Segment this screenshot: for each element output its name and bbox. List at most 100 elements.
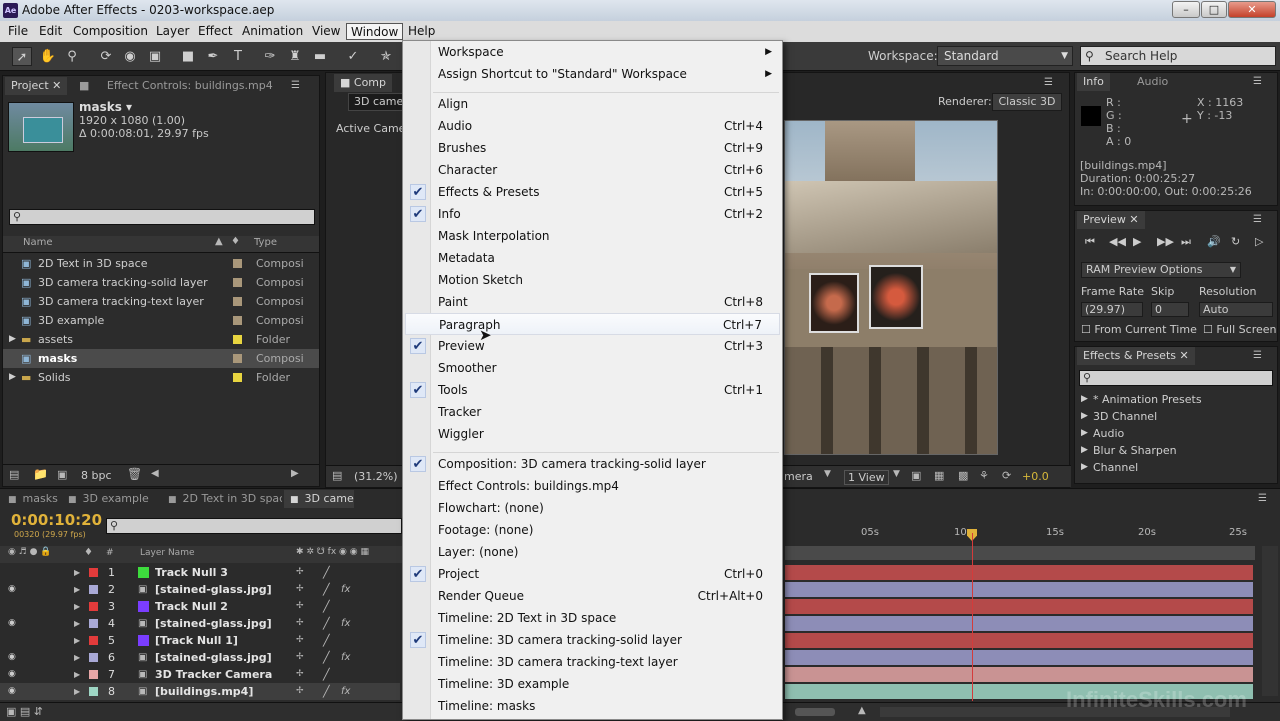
project-list-item[interactable]: ▶ ▬ assets Folder [3,330,319,349]
window-menu-item[interactable]: Flowchart: (none) [405,497,780,519]
window-menu-item[interactable]: Effect Controls: buildings.mp4 [405,475,780,497]
window-menu-item[interactable]: ✔ Effects & Presets Ctrl+5 [405,181,780,203]
effects-search-input[interactable]: ⚲ [1079,370,1273,386]
menu-composition[interactable]: Composition [69,23,152,40]
menu-layer[interactable]: Layer [152,23,193,40]
mute-audio-icon[interactable]: 🔊 [1207,235,1221,248]
effects-category[interactable]: ▶ Blur & Sharpen [1079,442,1265,459]
panel-menu-icon[interactable]: ☰ [291,80,300,91]
window-menu-item[interactable]: ✔ Preview Ctrl+3 [405,335,780,357]
maximize-button[interactable]: □ [1201,1,1227,18]
close-icon[interactable]: ✕ [1129,213,1138,226]
scroll-right-icon[interactable]: ▶ [291,468,299,479]
window-menu-item[interactable]: Render Queue Ctrl+Alt+0 [405,585,780,607]
selection-tool-icon[interactable]: ➚ [12,47,32,66]
zoom-slider[interactable] [795,708,835,716]
window-menu-item[interactable]: Smoother [405,357,780,379]
window-menu-item[interactable]: Character Ctrl+6 [405,159,780,181]
close-icon[interactable]: ✕ [52,79,61,92]
layer-duration-bar[interactable] [785,565,1253,580]
reset-exposure-icon[interactable]: ⟳ [1002,469,1011,482]
panel-menu-icon[interactable]: ☰ [1253,76,1262,87]
renderer-button[interactable]: Classic 3D [992,93,1062,111]
window-menu-item[interactable]: Timeline: masks [405,695,780,717]
window-menu-item[interactable]: Metadata [405,247,780,269]
view-layout-select[interactable]: 1 View [844,470,889,485]
panel-menu-icon[interactable]: ☰ [1253,350,1262,361]
menu-file[interactable]: File [4,23,32,40]
last-frame-icon[interactable]: ⏭ [1181,235,1191,249]
tab-preview[interactable]: Preview ✕ [1077,211,1145,229]
effects-category[interactable]: ▶ Channel [1079,459,1265,476]
pan-behind-tool-icon[interactable]: ▣ [145,47,165,66]
first-frame-icon[interactable]: ⏮ [1085,235,1095,249]
trash-icon[interactable]: 🗑 [127,467,142,481]
effects-category[interactable]: ▶ Audio [1079,425,1265,442]
window-menu-item[interactable]: ✔ Project Ctrl+0 [405,563,780,585]
camera-tool-icon[interactable]: ◉ [120,47,140,66]
window-menu-item[interactable]: ✔ Timeline: 3D camera tracking-solid laye… [405,629,780,651]
tab-audio[interactable]: Audio [1131,73,1174,91]
window-menu-item[interactable]: Timeline: 3D example [405,673,780,695]
roto-brush-tool-icon[interactable]: ✓ [343,47,363,66]
vertical-scrollbar[interactable] [1262,546,1278,696]
window-menu-item[interactable]: Tracker [405,401,780,423]
flowchart-icon[interactable]: ⚘ [979,469,989,482]
window-menu-item[interactable]: Brushes Ctrl+9 [405,137,780,159]
menu-edit[interactable]: Edit [35,23,66,40]
workspace-dropdown[interactable]: Standard ▼ [937,46,1073,66]
layer-duration-bar[interactable] [785,616,1253,631]
ram-preview-options-select[interactable]: RAM Preview Options ▼ [1081,262,1241,278]
window-menu-item[interactable]: Footage: (none) [405,519,780,541]
layer-duration-bar[interactable] [785,650,1253,665]
tab-effect-controls[interactable]: ■ Effect Controls: buildings.mp4 [73,77,279,95]
project-list-item[interactable]: ▣ 2D Text in 3D space Composi [3,254,319,273]
panel-menu-icon[interactable]: ☰ [1253,214,1262,225]
rectangle-tool-icon[interactable]: ■ [178,47,198,66]
rotate-tool-icon[interactable]: ⟳ [96,47,116,66]
expand-arrow-icon[interactable]: ▶ [9,330,16,349]
from-current-time-checkbox[interactable]: ☐ From Current Time [1081,323,1197,336]
layer-duration-bar[interactable] [785,633,1253,648]
window-menu-item[interactable]: Layer: (none) [405,541,780,563]
window-menu-item[interactable]: Align [405,93,780,115]
zoom-tool-icon[interactable]: ⚲ [62,47,82,66]
panel-menu-icon[interactable]: ☰ [1044,77,1053,88]
pen-tool-icon[interactable]: ✒ [203,47,223,66]
effects-category[interactable]: ▶ * Animation Presets [1079,391,1265,408]
interpret-footage-icon[interactable]: ▤ [9,468,19,481]
tab-project[interactable]: Project ✕ [5,77,68,95]
search-help-field[interactable]: ⚲ Search Help [1080,46,1276,66]
toggle-pixel-aspect-icon[interactable]: ▣ [911,469,921,482]
project-list-item[interactable]: ▣ 3D example Composi [3,311,319,330]
resolution-select[interactable]: Auto [1199,302,1273,317]
menu-view[interactable]: View [308,23,344,40]
window-menu-item[interactable]: Mask Interpolation [405,225,780,247]
fast-previews-icon[interactable]: ▦ [934,469,944,482]
window-menu-item[interactable]: Wiggler [405,423,780,445]
new-folder-icon[interactable]: 📁 [33,467,48,481]
menu-effect[interactable]: Effect [194,23,237,40]
previous-frame-icon[interactable]: ◀◀ [1109,235,1126,248]
minimize-button[interactable]: – [1172,1,1200,18]
layer-duration-bar[interactable] [785,599,1253,614]
snapshot-icon[interactable]: ▤ [332,469,342,482]
exposure-value[interactable]: +0.0 [1022,470,1049,483]
puppet-tool-icon[interactable]: ✯ [376,47,396,66]
window-menu-item[interactable]: Paragraph Ctrl+7 [405,313,780,335]
menu-animation[interactable]: Animation [238,23,307,40]
column-type[interactable]: Type [254,237,277,248]
effects-category[interactable]: ▶ 3D Channel [1079,408,1265,425]
new-composition-icon[interactable]: ▣ [57,468,67,481]
timeline-icon[interactable]: ▩ [958,469,968,482]
layer-duration-bar[interactable] [785,582,1253,597]
menu-help[interactable]: Help [404,23,439,40]
tab-composition[interactable]: ■ Comp [334,74,392,92]
project-search-input[interactable]: ⚲ [9,209,315,225]
frame-rate-select[interactable]: (29.97) [1081,302,1143,317]
expand-arrow-icon[interactable]: ▶ [9,368,16,387]
close-button[interactable]: ✕ [1228,1,1276,18]
column-name[interactable]: Name [23,237,53,248]
window-menu-item[interactable]: Paint Ctrl+8 [405,291,780,313]
project-item-name[interactable]: masks ▾ [79,100,132,114]
